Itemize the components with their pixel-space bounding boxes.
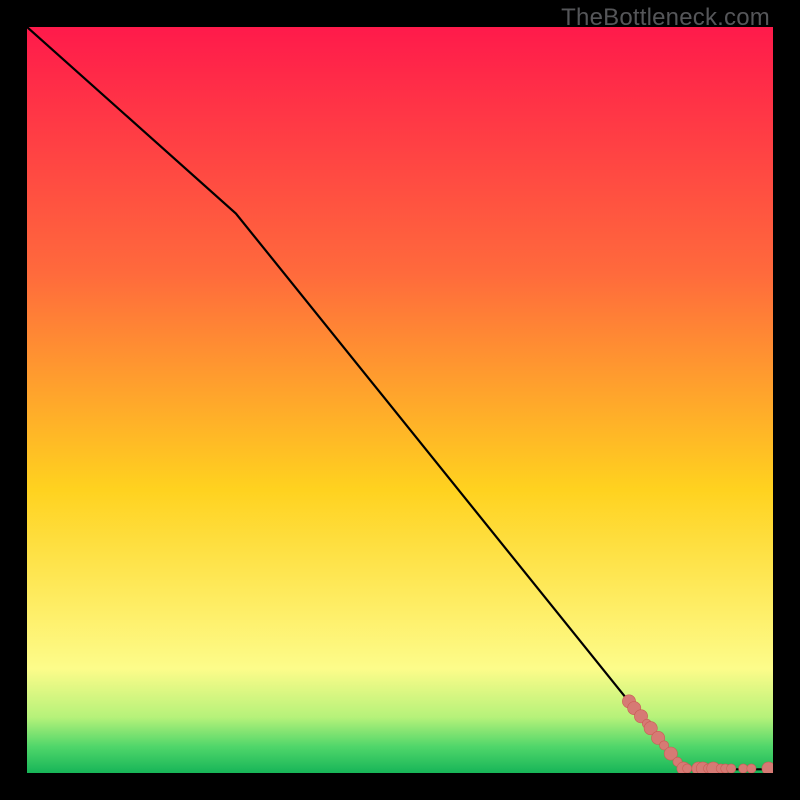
- chart-stage: TheBottleneck.com: [0, 0, 800, 800]
- plot-area: [27, 27, 773, 773]
- data-point: [762, 762, 773, 773]
- curve-line: [27, 27, 773, 769]
- data-point: [739, 764, 748, 773]
- points-group: [622, 695, 773, 773]
- data-point: [727, 764, 736, 773]
- data-layer: [27, 27, 773, 773]
- data-point: [747, 764, 756, 773]
- data-point: [683, 764, 692, 773]
